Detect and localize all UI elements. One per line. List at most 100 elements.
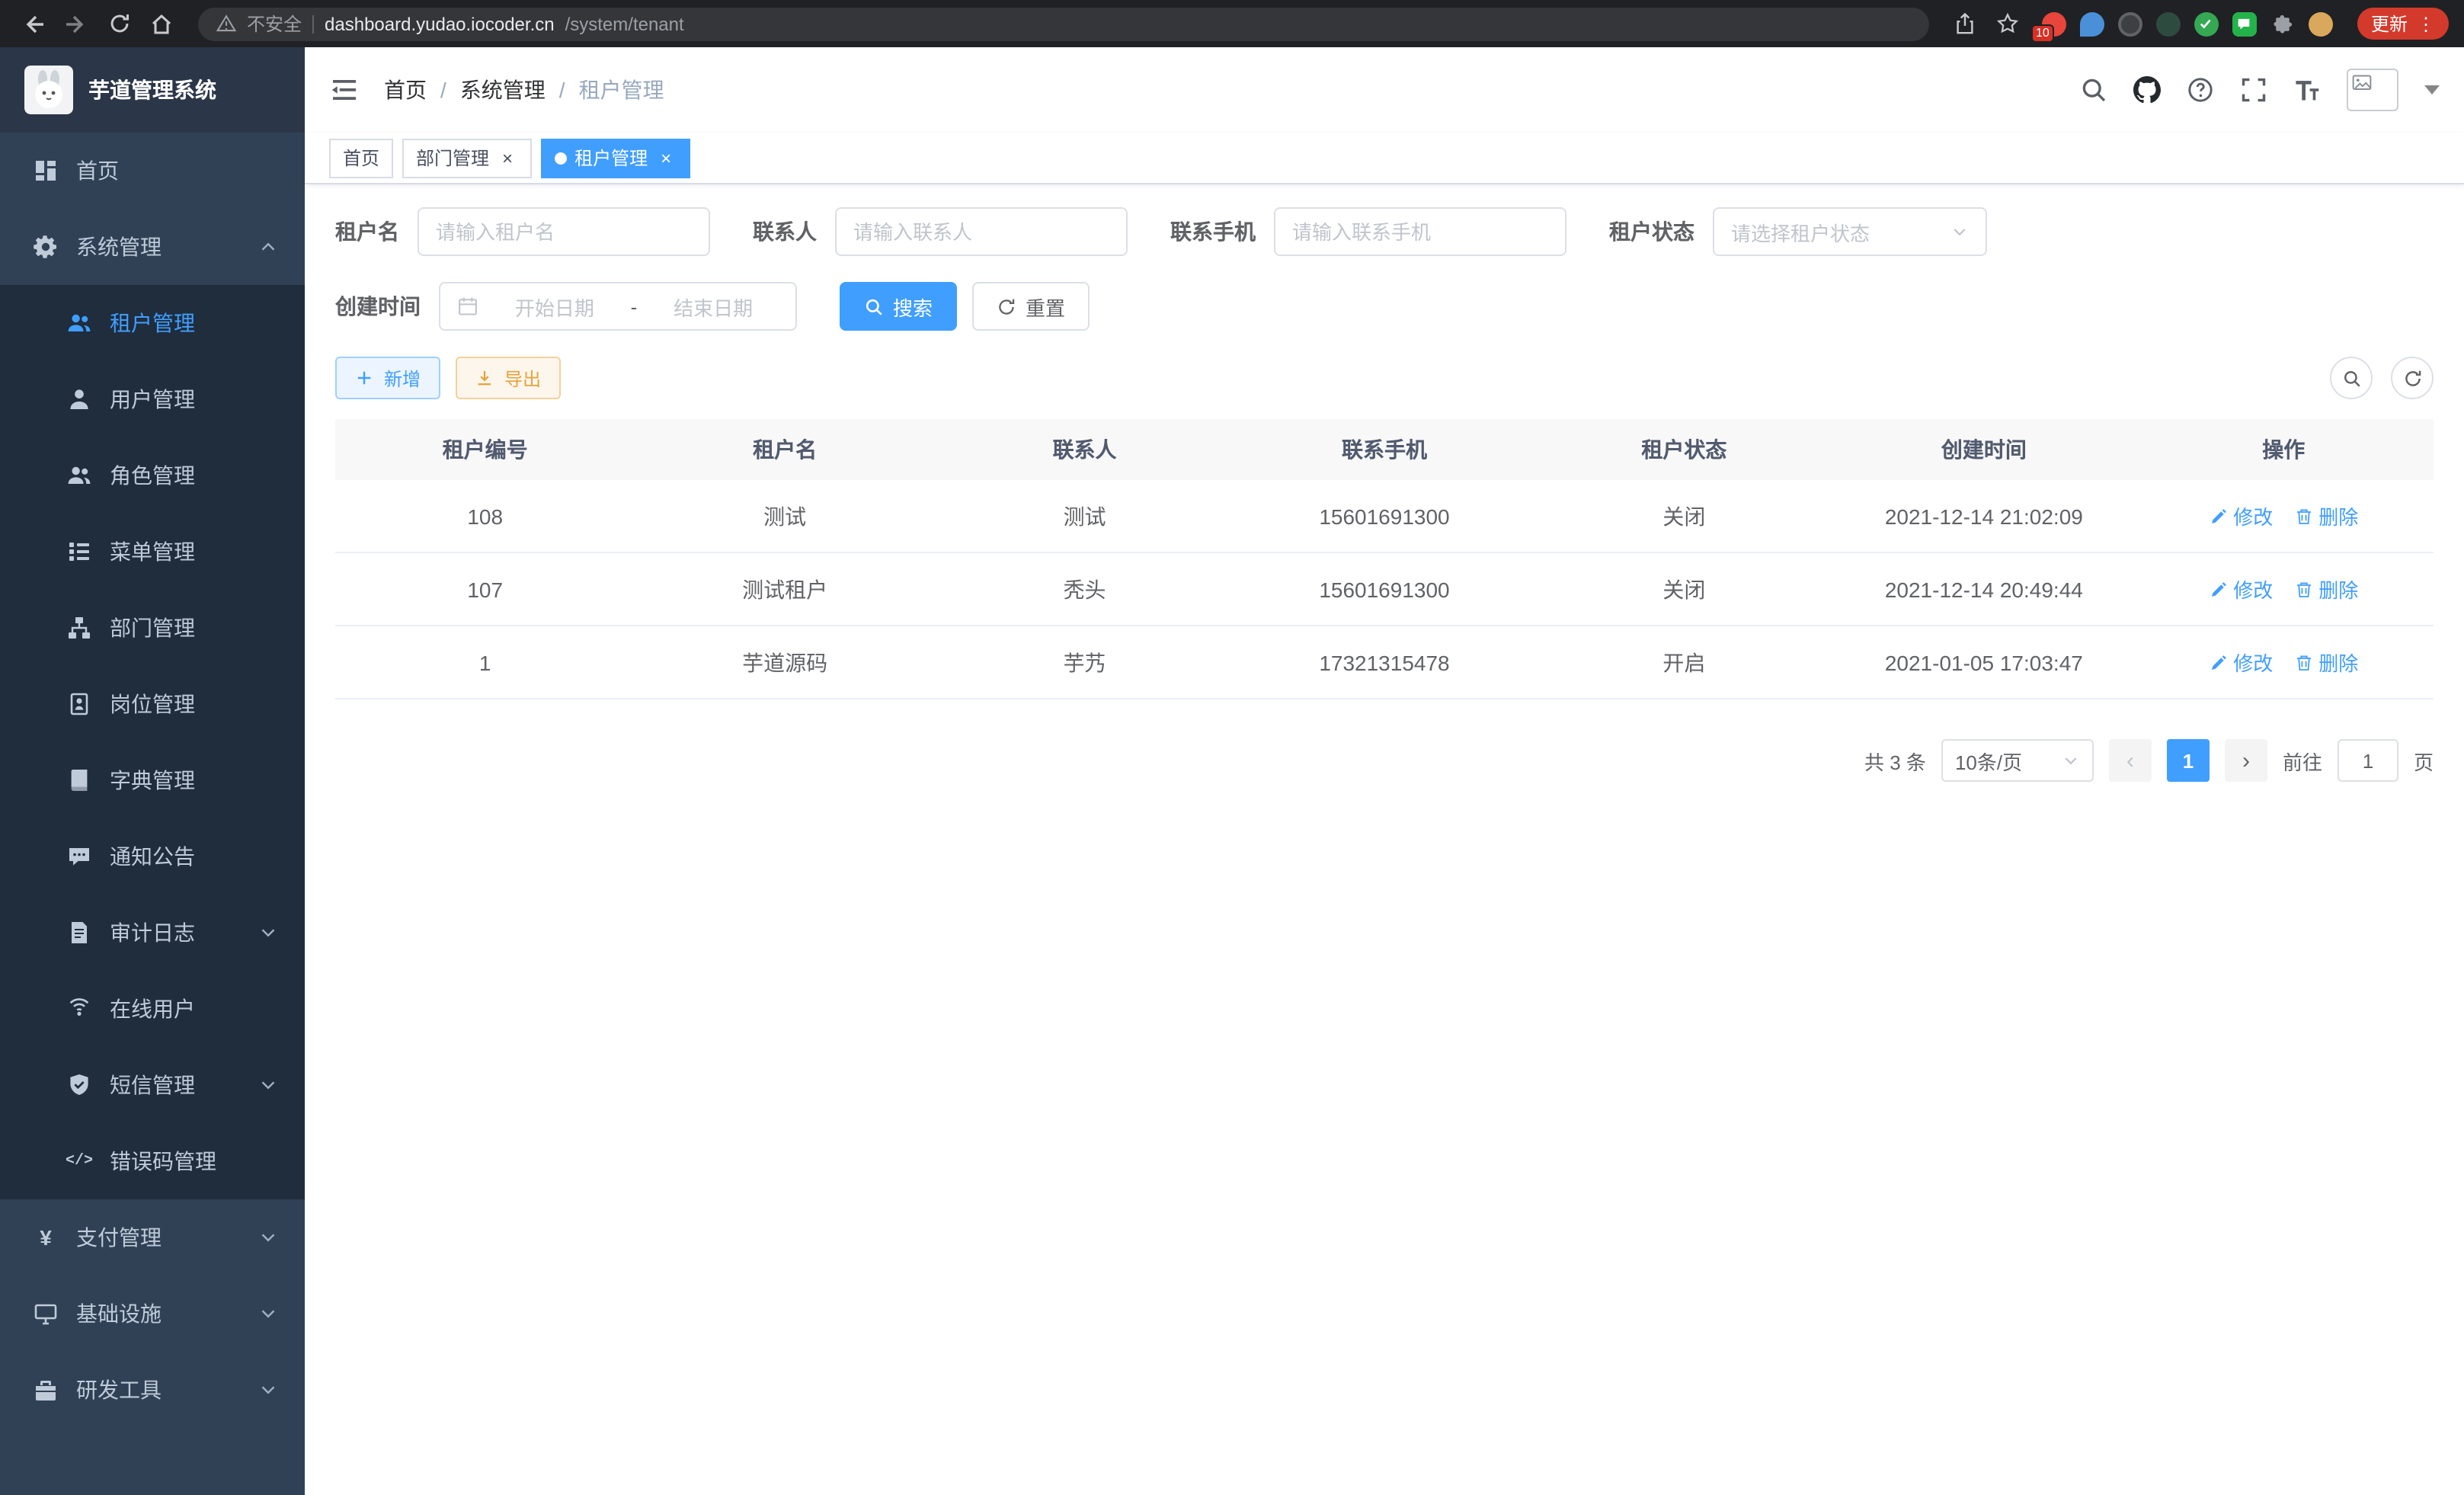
browser-update-button[interactable]: 更新 ⋮ [2357, 8, 2449, 40]
tenant-name-input-field[interactable] [436, 220, 692, 243]
chevron-down-icon [259, 1076, 277, 1094]
close-icon[interactable]: × [497, 147, 518, 168]
browser-reload-button[interactable] [101, 5, 137, 42]
active-tab-dot [555, 152, 567, 164]
contact-input[interactable] [835, 207, 1128, 256]
sidebar-item-label: 错误码管理 [110, 1146, 216, 1176]
tab-tenant[interactable]: 租户管理 × [541, 138, 690, 178]
edit-button[interactable]: 修改 [2209, 501, 2273, 530]
phone-input[interactable] [1274, 207, 1566, 256]
tab-dept[interactable]: 部门管理 × [402, 138, 532, 178]
prev-page-button[interactable]: ‹ [2109, 739, 2152, 782]
help-icon[interactable] [2187, 76, 2214, 104]
browser-forward-button[interactable] [58, 5, 94, 42]
table-row: 108 测试 测试 15601691300 关闭 2021-12-14 21:0… [335, 480, 2434, 553]
app-logo[interactable]: 芋道管理系统 [0, 47, 305, 133]
extension-icon-chat[interactable] [2232, 11, 2257, 36]
share-icon[interactable] [1947, 5, 1984, 42]
delete-button[interactable]: 删除 [2294, 575, 2358, 603]
sidebar-item-system[interactable]: 系统管理 [0, 209, 305, 285]
sidebar-item-payment[interactable]: ¥ 支付管理 [0, 1199, 305, 1276]
page-unit-label: 页 [2414, 746, 2434, 775]
breadcrumb: 首页 / 系统管理 / 租户管理 [384, 75, 664, 105]
filter-label: 租户状态 [1609, 216, 1694, 247]
sidebar-item-menu[interactable]: 菜单管理 [0, 514, 305, 590]
date-range-picker[interactable]: 开始日期 - 结束日期 [439, 282, 797, 331]
sidebar-item-error-code[interactable]: </> 错误码管理 [0, 1123, 305, 1199]
sidebar-menu: 首页 系统管理 租户管理 用户管理 [0, 133, 305, 1428]
filter-row-1: 租户名 联系人 联系手机 [335, 207, 2434, 256]
cell-status: 关闭 [1534, 574, 1834, 604]
browser-menu-icon[interactable]: ⋮ [2417, 13, 2435, 34]
extension-icon-red[interactable]: 10 [2042, 11, 2066, 36]
sidebar-item-label: 通知公告 [110, 841, 195, 872]
close-icon[interactable]: × [655, 147, 677, 168]
status-select[interactable]: 请选择租户状态 [1713, 207, 1987, 256]
security-warning-icon[interactable] [216, 14, 236, 34]
date-end-placeholder[interactable]: 结束日期 [648, 292, 779, 321]
dictionary-book-icon [67, 768, 91, 792]
sidebar-item-devtools[interactable]: 研发工具 [0, 1352, 305, 1428]
next-page-button[interactable]: › [2225, 739, 2267, 782]
breadcrumb-item-system[interactable]: 系统管理 [460, 75, 546, 105]
add-button[interactable]: 新增 [335, 357, 440, 399]
header-search-icon[interactable] [2080, 76, 2107, 104]
page-number-button[interactable]: 1 [2167, 739, 2210, 782]
date-start-placeholder[interactable]: 开始日期 [489, 292, 620, 321]
sidebar-item-label: 基础设施 [76, 1298, 162, 1329]
browser-home-button[interactable] [143, 5, 180, 42]
delete-button[interactable]: 删除 [2294, 648, 2358, 677]
error-code-icon: </> [67, 1149, 91, 1173]
post-badge-icon [67, 692, 91, 716]
sidebar-item-dept[interactable]: 部门管理 [0, 590, 305, 666]
refresh-table-button[interactable] [2391, 357, 2434, 399]
reset-button[interactable]: 重置 [972, 282, 1090, 331]
sidebar-item-notice[interactable]: 通知公告 [0, 818, 305, 895]
phone-input-field[interactable] [1292, 220, 1548, 243]
sidebar-item-dict[interactable]: 字典管理 [0, 742, 305, 818]
sidebar-item-post[interactable]: 岗位管理 [0, 666, 305, 742]
tenant-users-icon [67, 311, 91, 335]
goto-page-input[interactable] [2338, 739, 2398, 782]
extensions-puzzle-icon[interactable] [2270, 11, 2295, 36]
sidebar-item-role[interactable]: 角色管理 [0, 437, 305, 514]
sidebar-item-home[interactable]: 首页 [0, 133, 305, 209]
sidebar-item-infrastructure[interactable]: 基础设施 [0, 1276, 305, 1352]
search-icon [864, 296, 884, 316]
sidebar-item-label: 字典管理 [110, 765, 195, 796]
hide-search-icon-button[interactable] [2330, 357, 2373, 399]
sidebar-item-online-users[interactable]: 在线用户 [0, 971, 305, 1047]
avatar-caret-icon[interactable] [2424, 85, 2440, 94]
page-size-select[interactable]: 10条/页 [1941, 739, 2094, 782]
edit-button[interactable]: 修改 [2209, 648, 2273, 677]
extension-icon-green-check[interactable] [2194, 11, 2219, 36]
extension-icon-blue-drop[interactable] [2080, 11, 2104, 36]
column-header: 创建时间 [1834, 434, 2133, 465]
browser-back-button[interactable] [15, 5, 52, 42]
tenant-name-input[interactable] [418, 207, 710, 256]
font-size-icon[interactable] [2293, 76, 2321, 104]
export-button[interactable]: 导出 [456, 357, 561, 399]
fullscreen-icon[interactable] [2240, 76, 2267, 104]
sidebar-collapse-icon[interactable] [329, 75, 360, 105]
breadcrumb-item-home[interactable]: 首页 [384, 75, 427, 105]
bookmark-star-icon[interactable] [1990, 5, 2027, 42]
sidebar-item-user[interactable]: 用户管理 [0, 361, 305, 437]
extension-icon-dark-ring[interactable] [2118, 11, 2142, 36]
delete-button[interactable]: 删除 [2294, 501, 2358, 530]
chevron-down-icon [259, 1305, 277, 1323]
chevron-down-icon [2062, 751, 2080, 770]
edit-button[interactable]: 修改 [2209, 575, 2273, 603]
extension-icon-olive[interactable] [2156, 11, 2181, 36]
github-icon[interactable] [2133, 76, 2161, 104]
tab-home[interactable]: 首页 [329, 138, 393, 178]
sidebar-item-label: 租户管理 [110, 308, 195, 338]
sidebar-item-audit-log[interactable]: 审计日志 [0, 895, 305, 971]
search-button[interactable]: 搜索 [840, 282, 957, 331]
sidebar-item-sms[interactable]: 短信管理 [0, 1047, 305, 1123]
contact-input-field[interactable] [853, 220, 1109, 243]
avatar[interactable] [2347, 69, 2398, 111]
profile-avatar-icon[interactable] [2309, 11, 2333, 36]
sidebar-item-tenant[interactable]: 租户管理 [0, 285, 305, 361]
url-bar[interactable]: 不安全 dashboard.yudao.iocoder.cn/system/te… [198, 7, 1929, 40]
